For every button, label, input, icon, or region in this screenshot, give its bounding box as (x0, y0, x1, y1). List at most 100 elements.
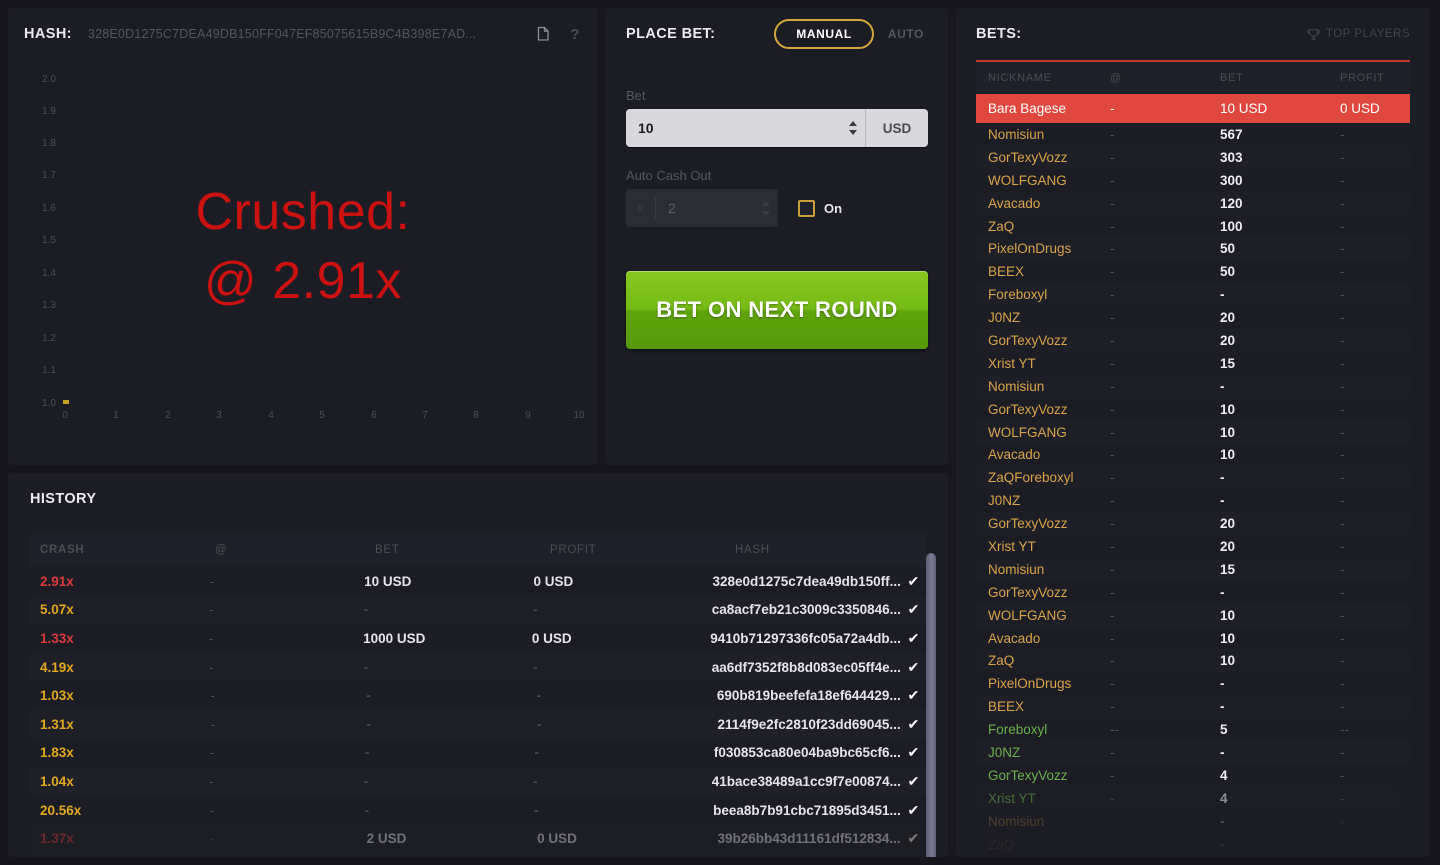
list-item[interactable]: GorTexyVozz-10- (976, 398, 1410, 421)
list-item[interactable]: Nomisiun-15- (976, 558, 1410, 581)
cell-bet: 10 (1220, 402, 1340, 417)
list-item[interactable]: J0NZ-20- (976, 306, 1410, 329)
cell-hash: 328e0d1275c7dea49db150ff... (712, 574, 900, 589)
verified-check-icon[interactable]: ✔ (901, 830, 926, 847)
verified-check-icon[interactable]: ✔ (901, 659, 926, 676)
svg-text:6: 6 (371, 410, 377, 421)
cell-nickname: Bara Bagese (976, 101, 1110, 116)
auto-cashout-input[interactable]: x 2 (626, 189, 778, 227)
cell-at: - (1110, 264, 1220, 279)
bets-row-current-user[interactable]: Bara Bagese-10 USD0 USD (976, 94, 1410, 123)
list-item[interactable]: GorTexyVozz-4- (976, 764, 1410, 787)
list-item[interactable]: Nomisiun-567- (976, 123, 1410, 146)
cell-at: - (209, 631, 363, 646)
svg-text:4: 4 (268, 410, 274, 421)
verified-check-icon[interactable]: ✔ (901, 773, 926, 790)
list-item[interactable]: GorTexyVozz-303- (976, 146, 1410, 169)
list-item[interactable]: Nomisiun--- (976, 375, 1410, 398)
auto-cashout-toggle[interactable]: On (798, 200, 842, 217)
top-players-button[interactable]: TOP PLAYERS (1307, 28, 1410, 41)
list-item[interactable]: GorTexyVozz-20- (976, 512, 1410, 535)
verified-check-icon[interactable]: ✔ (901, 744, 926, 761)
cell-profit: 0 USD (537, 831, 717, 846)
list-item[interactable]: PixelOnDrugs--- (976, 672, 1410, 695)
bet-currency: USD (866, 109, 928, 147)
table-row[interactable]: 1.03x---690b819beefefa18ef644429...✔ (30, 681, 926, 710)
bet-field-label: Bet (626, 88, 928, 103)
cell-profit: - (1340, 837, 1410, 852)
tab-manual[interactable]: MANUAL (774, 19, 874, 49)
cell-nickname: GorTexyVozz (976, 150, 1110, 165)
stepper-up-icon[interactable] (849, 121, 857, 126)
svg-text:5: 5 (319, 410, 325, 421)
stepper-down-icon[interactable] (849, 130, 857, 135)
cell-crash: 1.83x (30, 745, 210, 760)
svg-text:1.5: 1.5 (42, 235, 56, 246)
list-item[interactable]: GorTexyVozz-20- (976, 329, 1410, 352)
bets-rows: Bara Bagese-10 USD0 USDNomisiun-567-GorT… (976, 94, 1410, 856)
bet-stepper[interactable] (849, 109, 857, 147)
verified-check-icon[interactable]: ✔ (901, 687, 926, 704)
cell-bet: 50 (1220, 264, 1340, 279)
list-item[interactable]: BEEX--- (976, 695, 1410, 718)
cell-nickname: GorTexyVozz (976, 585, 1110, 600)
bet-on-next-round-button[interactable]: BET ON NEXT ROUND (626, 271, 928, 349)
cell-nickname: Nomisiun (976, 379, 1110, 394)
cell-at: - (1110, 241, 1220, 256)
list-item[interactable]: Xrist YT-15- (976, 352, 1410, 375)
list-item[interactable]: ZaQ--- (976, 833, 1410, 856)
list-item[interactable]: BEEX-50- (976, 260, 1410, 283)
history-scrollbar[interactable] (926, 551, 936, 857)
list-item[interactable]: WOLFGANG-10- (976, 604, 1410, 627)
table-row[interactable]: 20.56x---beea8b7b91cbc71895d3451...✔ (30, 796, 926, 825)
list-item[interactable]: WOLFGANG-10- (976, 421, 1410, 444)
tab-auto[interactable]: AUTO (884, 27, 928, 41)
list-item[interactable]: J0NZ--- (976, 741, 1410, 764)
verified-check-icon[interactable]: ✔ (901, 630, 926, 647)
list-item[interactable]: Avacado-10- (976, 627, 1410, 650)
table-row[interactable]: 1.31x---2114f9e2fc2810f23dd69045...✔ (30, 710, 926, 739)
list-item[interactable]: Avacado-10- (976, 443, 1410, 466)
cell-nickname: ZaQForeboxyl (976, 470, 1110, 485)
verified-check-icon[interactable]: ✔ (901, 573, 926, 590)
cell-at: - (1110, 676, 1220, 691)
list-item[interactable]: Xrist YT-20- (976, 535, 1410, 558)
verified-check-icon[interactable]: ✔ (901, 601, 926, 618)
list-item[interactable]: Foreboxyl--- (976, 283, 1410, 306)
cell-hash: beea8b7b91cbc71895d3451... (713, 803, 901, 818)
table-row[interactable]: 1.33x-1000 USD0 USD9410b71297336fc05a72a… (30, 624, 926, 653)
list-item[interactable]: J0NZ--- (976, 489, 1410, 512)
table-row[interactable]: 1.09x-4 USD0 USD9bcc91dc1d3d34ee30c2d78.… (30, 853, 926, 857)
auto-cashout-stepper[interactable] (762, 189, 770, 227)
cell-profit: 0 USD (532, 631, 710, 646)
table-row[interactable]: 1.04x---41bace38489a1cc9f7e00874...✔ (30, 767, 926, 796)
cell-nickname: BEEX (976, 699, 1110, 714)
stepper-down-icon[interactable] (762, 211, 770, 216)
list-item[interactable]: ZaQ-100- (976, 215, 1410, 238)
table-row[interactable]: 1.37x-2 USD0 USD39b26bb43d11161df512834.… (30, 824, 926, 853)
verified-check-icon[interactable]: ✔ (901, 716, 926, 733)
cell-nickname: Xrist YT (976, 356, 1110, 371)
list-item[interactable]: Avacado-120- (976, 192, 1410, 215)
table-row[interactable]: 2.91x-10 USD0 USD328e0d1275c7dea49db150f… (30, 567, 926, 596)
list-item[interactable]: ZaQ-10- (976, 649, 1410, 672)
table-row[interactable]: 4.19x---aa6df7352f8b8d083ec05ff4e...✔ (30, 653, 926, 682)
checkbox-icon[interactable] (798, 200, 815, 217)
table-row[interactable]: 5.07x---ca8acf7eb21c3009c3350846...✔ (30, 596, 926, 625)
list-item[interactable]: ZaQForeboxyl--- (976, 466, 1410, 489)
list-item[interactable]: GorTexyVozz--- (976, 581, 1410, 604)
verified-check-icon[interactable]: ✔ (901, 802, 926, 819)
list-item[interactable]: Foreboxyl--5-- (976, 718, 1410, 741)
list-item[interactable]: Nomisiun--- (976, 810, 1410, 833)
question-mark-icon[interactable]: ? (564, 23, 586, 45)
cell-nickname: Avacado (976, 196, 1110, 211)
list-item[interactable]: Xrist YT-4- (976, 787, 1410, 810)
stepper-up-icon[interactable] (762, 201, 770, 206)
bet-input[interactable]: 10 (626, 109, 866, 147)
document-copy-icon[interactable] (532, 23, 554, 45)
list-item[interactable]: WOLFGANG-300- (976, 169, 1410, 192)
history-scrollbar-thumb[interactable] (926, 553, 936, 857)
table-row[interactable]: 1.83x---f030853ca80e04ba9bc65cf6...✔ (30, 739, 926, 768)
list-item[interactable]: PixelOnDrugs-50- (976, 237, 1410, 260)
history-table: CRASH @ BET PROFIT HASH 2.91x-10 USD0 US… (30, 533, 926, 857)
